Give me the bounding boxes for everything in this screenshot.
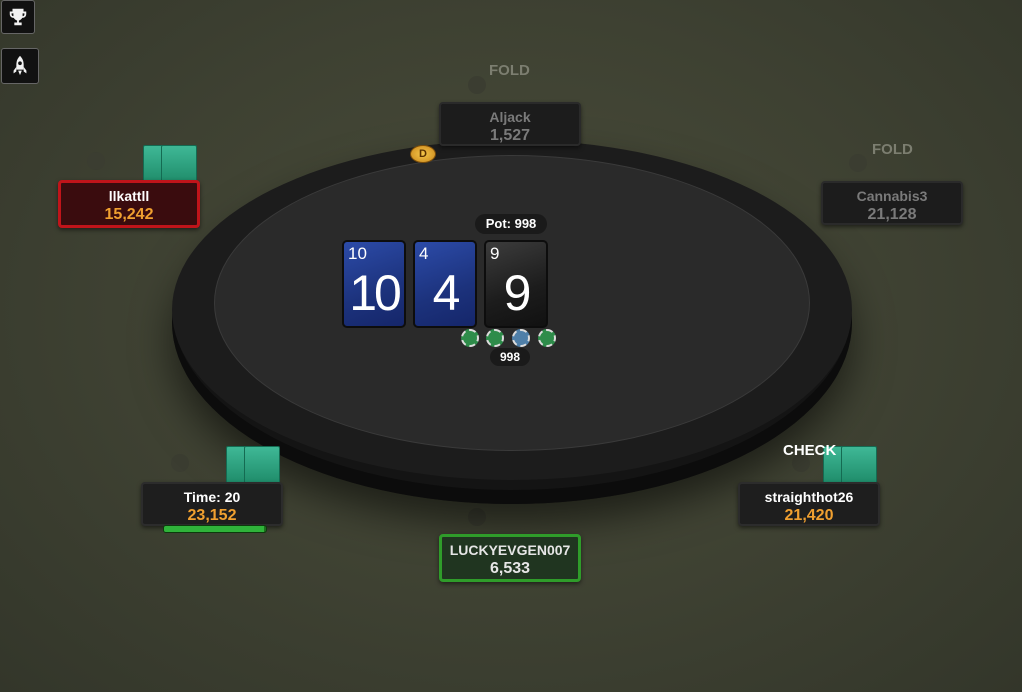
seat-marker [468, 76, 486, 94]
player-plate-hero[interactable]: LUCKYEVGEN007 6,533 [439, 534, 581, 582]
player-name: straighthot26 [764, 489, 854, 505]
chip-blue [512, 329, 530, 347]
chip-green [486, 329, 504, 347]
player-plate-time[interactable]: Time: 20 23,152 [141, 482, 283, 526]
board-card-2: 4 4 [413, 240, 477, 328]
action-timer-fill [164, 526, 264, 532]
trophy-icon [9, 8, 27, 26]
player-name: llkattll [108, 188, 150, 204]
player-name: Cannabis3 [856, 188, 928, 204]
dealer-button: D [410, 145, 436, 163]
card-rank-big: 9 [503, 265, 532, 321]
card-back [161, 145, 197, 183]
action-timer-bar [163, 525, 267, 533]
bet-amount: 998 [490, 348, 530, 366]
player-stack: 21,128 [867, 206, 917, 223]
player-stack: 6,533 [489, 560, 531, 577]
player-stack: 15,242 [104, 206, 154, 223]
seat-marker [87, 152, 105, 170]
seat-marker [849, 154, 867, 172]
seat-marker [468, 508, 486, 526]
player-stack: 1,527 [489, 127, 531, 144]
trophy-button[interactable] [1, 0, 35, 34]
hole-cards-llkattll [143, 145, 197, 183]
player-plate-straighthot26[interactable]: straighthot26 21,420 [738, 482, 880, 526]
player-plate-llkattll[interactable]: llkattll 15,242 [58, 180, 200, 228]
card-rank-big: 4 [432, 265, 461, 321]
rocket-icon [13, 55, 27, 76]
board-card-1: 10 10 [342, 240, 406, 328]
pot-label: Pot: 998 [475, 214, 547, 234]
player-name: Aljack [489, 109, 531, 125]
action-fold-aljack: FOLD [489, 62, 530, 79]
card-back [244, 446, 280, 484]
card-rank-small: 4 [419, 244, 429, 263]
seat-marker [171, 454, 189, 472]
board-card-3: 9 9 [484, 240, 548, 328]
action-check-straighthot26: CHECK [783, 442, 837, 459]
card-rank-small: 10 [348, 244, 367, 263]
card-back [841, 446, 877, 484]
rocket-button[interactable] [1, 48, 39, 84]
action-fold-cannabis3: FOLD [872, 141, 913, 158]
player-name: LUCKYEVGEN007 [449, 542, 571, 558]
player-plate-aljack[interactable]: Aljack 1,527 [439, 102, 581, 146]
player-stack: 23,152 [187, 507, 237, 524]
player-stack: 21,420 [784, 507, 834, 524]
chip-green [538, 329, 556, 347]
hole-cards-time [226, 446, 280, 484]
player-timer-text: Time: 20 [183, 489, 241, 505]
card-rank-big: 10 [349, 265, 402, 321]
player-plate-cannabis3[interactable]: Cannabis3 21,128 [821, 181, 963, 225]
chip-green [461, 329, 479, 347]
card-rank-small: 9 [490, 244, 500, 263]
